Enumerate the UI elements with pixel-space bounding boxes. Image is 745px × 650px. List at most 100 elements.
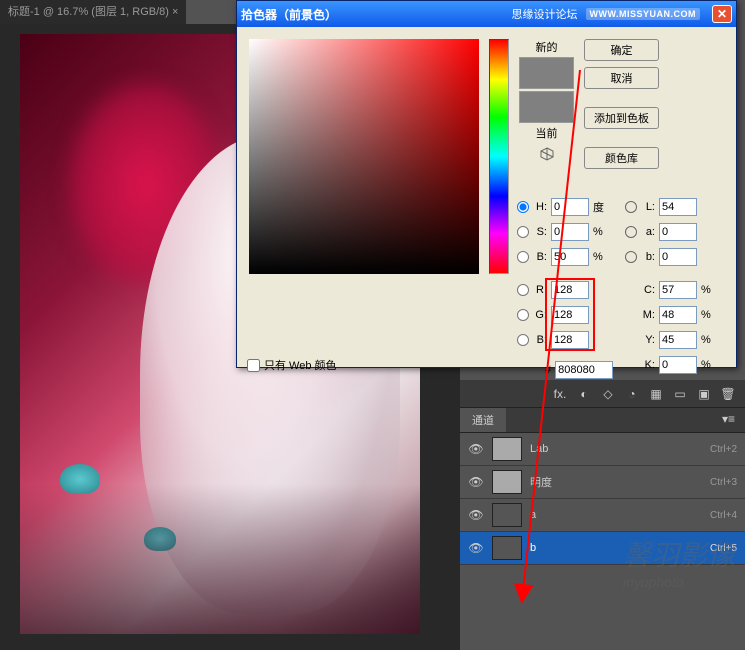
radio-g[interactable]	[517, 309, 529, 321]
channel-name: Lab	[530, 443, 702, 455]
close-icon[interactable]: ✕	[712, 5, 732, 23]
unit-h: 度	[593, 199, 607, 215]
unit-k: %	[701, 359, 715, 371]
web-only-checkbox[interactable]	[247, 359, 260, 372]
unit-m: %	[701, 309, 715, 321]
panel-tabs: 通道 ▾≡	[460, 408, 745, 433]
input-s[interactable]	[551, 223, 589, 241]
radio-l[interactable]	[625, 201, 637, 213]
channel-name: a	[530, 509, 702, 521]
label-bv: B:	[533, 251, 547, 263]
input-a[interactable]	[659, 223, 697, 241]
current-label: 当前	[536, 125, 558, 141]
label-s: S:	[533, 226, 547, 238]
channel-thumb	[492, 437, 522, 461]
label-lab-b: b:	[641, 251, 655, 263]
web-only-label: 只有 Web 颜色	[264, 357, 337, 373]
cancel-button[interactable]: 取消	[584, 67, 659, 89]
label-k: K:	[641, 359, 655, 371]
input-y[interactable]	[659, 331, 697, 349]
input-c[interactable]	[659, 281, 697, 299]
channel-name: b	[530, 542, 702, 554]
dialog-title: 拾色器（前景色）	[241, 6, 337, 23]
channel-row-b[interactable]: 👁 b Ctrl+5	[460, 532, 745, 565]
label-y: Y:	[641, 334, 655, 346]
levels-icon[interactable]: ▦	[647, 385, 665, 403]
hsb-rgb-inputs: H: 度 S: % B: % R:	[517, 197, 607, 355]
color-libraries-button[interactable]: 颜色库	[584, 147, 659, 169]
new-label: 新的	[536, 39, 558, 55]
curves-icon[interactable]: ◔	[623, 385, 641, 403]
tab-channels[interactable]: 通道	[460, 408, 506, 432]
label-g: G:	[533, 309, 547, 321]
channel-row-lab[interactable]: 👁 Lab Ctrl+2	[460, 433, 745, 466]
radio-s[interactable]	[517, 226, 529, 238]
web-only-row: 只有 Web 颜色	[247, 357, 337, 373]
radio-lab-b[interactable]	[625, 251, 637, 263]
channel-row-lightness[interactable]: 👁 明度 Ctrl+3	[460, 466, 745, 499]
input-k[interactable]	[659, 356, 697, 374]
panel-menu-icon[interactable]: ▾≡	[712, 408, 745, 432]
trash-icon[interactable]: 🗑	[719, 385, 737, 403]
label-a: a:	[641, 226, 655, 238]
channel-shortcut: Ctrl+4	[710, 510, 737, 521]
hex-label: #	[545, 364, 551, 376]
radio-r[interactable]	[517, 284, 529, 296]
unit-y: %	[701, 334, 715, 346]
lab-cmyk-inputs: L: a: b: C: % M:	[625, 197, 715, 380]
input-m[interactable]	[659, 306, 697, 324]
radio-bv[interactable]	[517, 251, 529, 263]
unit-c: %	[701, 284, 715, 296]
channel-name: 明度	[530, 474, 702, 490]
channel-shortcut: Ctrl+3	[710, 477, 737, 488]
eye-icon[interactable]: 👁	[468, 540, 484, 556]
label-b: B:	[533, 334, 547, 346]
unit-bv: %	[593, 251, 607, 263]
cube-icon	[540, 147, 554, 161]
channel-thumb	[492, 503, 522, 527]
panels-area: fx. ◐ ◇ ◔ ▦ ▭ ▣ 🗑 通道 ▾≡ 👁 Lab Ctrl+2 👁 明…	[460, 380, 745, 565]
input-r[interactable]	[551, 281, 589, 299]
input-h[interactable]	[551, 198, 589, 216]
channel-row-a[interactable]: 👁 a Ctrl+4	[460, 499, 745, 532]
folder-icon[interactable]: ▭	[671, 385, 689, 403]
channel-shortcut: Ctrl+2	[710, 444, 737, 455]
radio-b[interactable]	[517, 334, 529, 346]
label-m: M:	[641, 309, 655, 321]
hex-row: #	[545, 361, 613, 379]
channel-shortcut: Ctrl+5	[710, 543, 737, 554]
input-hex[interactable]	[555, 361, 613, 379]
label-c: C:	[641, 284, 655, 296]
hue-slider[interactable]	[489, 39, 509, 274]
label-h: H:	[533, 201, 547, 213]
input-lab-b[interactable]	[659, 248, 697, 266]
image-content	[144, 527, 176, 551]
channel-thumb	[492, 536, 522, 560]
adjustments-bar: fx. ◐ ◇ ◔ ▦ ▭ ▣ 🗑	[460, 380, 745, 408]
channel-list: 👁 Lab Ctrl+2 👁 明度 Ctrl+3 👁 a Ctrl+4 👁	[460, 433, 745, 565]
label-l: L:	[641, 201, 655, 213]
circle-icon[interactable]: ◐	[575, 385, 593, 403]
input-bv[interactable]	[551, 248, 589, 266]
radio-a[interactable]	[625, 226, 637, 238]
eye-icon[interactable]: 👁	[468, 507, 484, 523]
channel-thumb	[492, 470, 522, 494]
color-field[interactable]	[249, 39, 479, 274]
new-icon[interactable]: ▣	[695, 385, 713, 403]
input-g[interactable]	[551, 306, 589, 324]
input-l[interactable]	[659, 198, 697, 216]
radio-h[interactable]	[517, 201, 529, 213]
current-color-swatch[interactable]	[519, 91, 574, 123]
input-b[interactable]	[551, 331, 589, 349]
add-swatch-button[interactable]: 添加到色板	[584, 107, 659, 129]
image-content	[60, 464, 100, 494]
eye-icon[interactable]: 👁	[468, 441, 484, 457]
adjustment-icon[interactable]: ◇	[599, 385, 617, 403]
ok-button[interactable]: 确定	[584, 39, 659, 61]
document-tab[interactable]: 标题-1 @ 16.7% (图层 1, RGB/8) ×	[0, 0, 186, 24]
fx-icon[interactable]: fx.	[551, 385, 569, 403]
eye-icon[interactable]: 👁	[468, 474, 484, 490]
new-color-swatch	[519, 57, 574, 89]
color-picker-dialog: 拾色器（前景色） 思缘设计论坛 WWW.MISSYUAN.COM ✕ 新的 当前…	[236, 0, 737, 368]
dialog-titlebar[interactable]: 拾色器（前景色） 思缘设计论坛 WWW.MISSYUAN.COM ✕	[237, 1, 736, 27]
